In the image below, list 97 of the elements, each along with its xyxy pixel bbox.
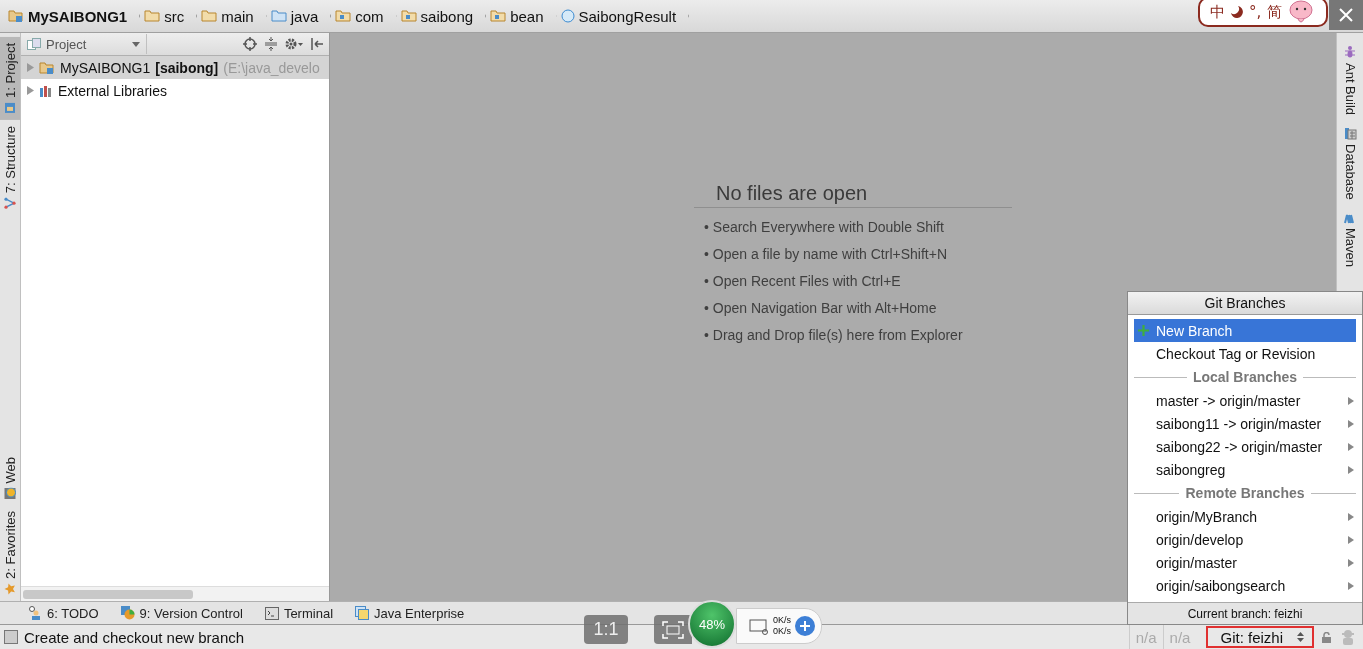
close-icon bbox=[1339, 8, 1353, 22]
caret-icon bbox=[132, 41, 140, 47]
expand-arrow-icon bbox=[27, 63, 34, 72]
terminal-icon bbox=[264, 606, 279, 620]
plus-icon bbox=[800, 621, 810, 631]
hide-panel-icon[interactable] bbox=[311, 38, 323, 50]
branch-item[interactable]: origin/saibongsearch bbox=[1134, 574, 1356, 597]
tool-window-tab[interactable]: 2: Favorites bbox=[0, 505, 20, 601]
add-button[interactable] bbox=[795, 616, 815, 636]
tool-window-tab[interactable]: 9: Version Control bbox=[120, 605, 243, 621]
package-folder-icon bbox=[335, 9, 352, 23]
folder-icon bbox=[201, 9, 218, 23]
folder-icon bbox=[4, 101, 16, 114]
empty-editor-title: No files are open bbox=[694, 181, 1012, 208]
person-icon bbox=[28, 606, 42, 620]
download-speed: 0K/s bbox=[773, 626, 791, 637]
module-folder-icon bbox=[8, 9, 24, 23]
settings-icon[interactable] bbox=[285, 37, 303, 51]
project-view-icon bbox=[27, 38, 41, 50]
branch-item[interactable]: saibong11 -> origin/master bbox=[1134, 412, 1356, 435]
library-icon bbox=[39, 84, 53, 97]
tool-window-tab[interactable]: Terminal bbox=[264, 605, 333, 621]
tool-window-tab[interactable]: 6: TODO bbox=[28, 605, 99, 621]
tool-window-tab[interactable]: Maven bbox=[1337, 205, 1363, 273]
submenu-arrow-icon bbox=[1348, 558, 1354, 567]
folder-icon bbox=[144, 9, 161, 23]
submenu-arrow-icon bbox=[1348, 442, 1354, 451]
frame-icon bbox=[662, 620, 684, 639]
scrollbar-thumb[interactable] bbox=[23, 589, 193, 599]
tree-item[interactable]: External Libraries bbox=[21, 79, 329, 102]
star-icon bbox=[4, 583, 16, 595]
popup-title: Git Branches bbox=[1128, 292, 1362, 315]
section-header: Remote Branches bbox=[1185, 485, 1305, 501]
breadcrumb-item[interactable]: main bbox=[197, 2, 267, 30]
breadcrumb-item[interactable]: MySAIBONG1 bbox=[4, 2, 141, 30]
version-control-icon bbox=[120, 606, 135, 620]
breadcrumb-item[interactable]: src bbox=[140, 2, 198, 30]
branch-item[interactable]: saibongreg bbox=[1134, 458, 1356, 481]
breadcrumb-item[interactable]: saibong bbox=[396, 2, 487, 30]
editor-hint: • Drag and Drop file(s) here from Explorer bbox=[703, 326, 964, 343]
ant-icon bbox=[1344, 45, 1356, 59]
tool-window-tab[interactable]: 1: Project bbox=[0, 37, 20, 120]
editor-hint: • Search Everywhere with Double Shift bbox=[703, 218, 945, 235]
breadcrumb-item[interactable]: java bbox=[266, 2, 332, 30]
status-message: Create and checkout new branch bbox=[24, 628, 245, 646]
java-enterprise-icon bbox=[355, 606, 369, 620]
menu-item[interactable]: Checkout Tag or Revision bbox=[1134, 342, 1356, 365]
tool-window-tab[interactable]: Database bbox=[1337, 121, 1363, 206]
updown-icon bbox=[1297, 632, 1304, 642]
submenu-arrow-icon bbox=[1348, 465, 1354, 474]
submenu-arrow-icon bbox=[1348, 581, 1354, 590]
submenu-arrow-icon bbox=[1348, 535, 1354, 544]
collapse-icon[interactable] bbox=[265, 37, 277, 51]
module-folder-icon bbox=[39, 60, 55, 75]
breadcrumb-item[interactable]: SaibongResult bbox=[556, 2, 690, 30]
close-button[interactable] bbox=[1329, 0, 1363, 30]
panel-toggle-icon[interactable] bbox=[4, 630, 18, 644]
submenu-arrow-icon bbox=[1348, 512, 1354, 521]
monitor-icon bbox=[749, 617, 769, 635]
tool-window-tab[interactable]: 7: Structure bbox=[0, 119, 20, 216]
ime-button[interactable]: °, bbox=[1249, 3, 1262, 21]
mascot-drawing bbox=[1288, 0, 1315, 25]
moon-icon[interactable] bbox=[1231, 6, 1243, 18]
plus-icon bbox=[1138, 324, 1149, 336]
breadcrumb-item[interactable]: bean bbox=[486, 2, 557, 30]
current-branch-label: Current branch: feizhi bbox=[1128, 602, 1362, 624]
ime-button[interactable]: 简 bbox=[1267, 2, 1283, 22]
tool-window-tab[interactable]: Ant Build bbox=[1337, 39, 1363, 122]
tree-item[interactable]: MySAIBONG1 [saibong] (E:\java_develo bbox=[21, 56, 329, 79]
submenu-arrow-icon bbox=[1348, 396, 1354, 405]
git-branch-widget[interactable]: Git: feizhi bbox=[1206, 626, 1314, 648]
ime-button[interactable]: 中 bbox=[1210, 2, 1225, 22]
branch-item[interactable]: origin/develop bbox=[1134, 528, 1356, 551]
editor-hint: • Open a file by name with Ctrl+Shift+N bbox=[703, 245, 948, 262]
expand-arrow-icon bbox=[27, 86, 34, 95]
branch-item[interactable]: origin/MyBranch bbox=[1134, 505, 1356, 528]
section-header: Local Branches bbox=[1192, 369, 1298, 385]
package-folder-icon bbox=[400, 9, 417, 23]
database-icon bbox=[1343, 127, 1357, 141]
branch-item[interactable]: origin/master bbox=[1134, 551, 1356, 574]
package-folder-icon bbox=[490, 9, 507, 23]
editor-hint: • Open Recent Files with Ctrl+E bbox=[703, 272, 902, 289]
branch-item[interactable]: master -> origin/master bbox=[1134, 389, 1356, 412]
menu-item[interactable]: New Branch bbox=[1134, 319, 1356, 342]
tool-window-tab[interactable]: Java Enterprise bbox=[355, 605, 465, 621]
tool-window-tab[interactable]: Web bbox=[0, 450, 20, 506]
branch-item[interactable]: saibong22 -> origin/master bbox=[1134, 435, 1356, 458]
folder-icon bbox=[270, 9, 287, 23]
structure-icon bbox=[4, 197, 16, 210]
fit-screen-button[interactable] bbox=[654, 615, 692, 644]
lock-icon[interactable] bbox=[1322, 631, 1331, 643]
submenu-arrow-icon bbox=[1348, 419, 1354, 428]
globe-icon bbox=[4, 487, 16, 500]
upload-speed: 0K/s bbox=[773, 615, 791, 626]
locate-icon[interactable] bbox=[243, 37, 257, 51]
breadcrumb-item[interactable]: com bbox=[331, 2, 397, 30]
editor-hint: • Open Navigation Bar with Alt+Home bbox=[703, 299, 938, 316]
